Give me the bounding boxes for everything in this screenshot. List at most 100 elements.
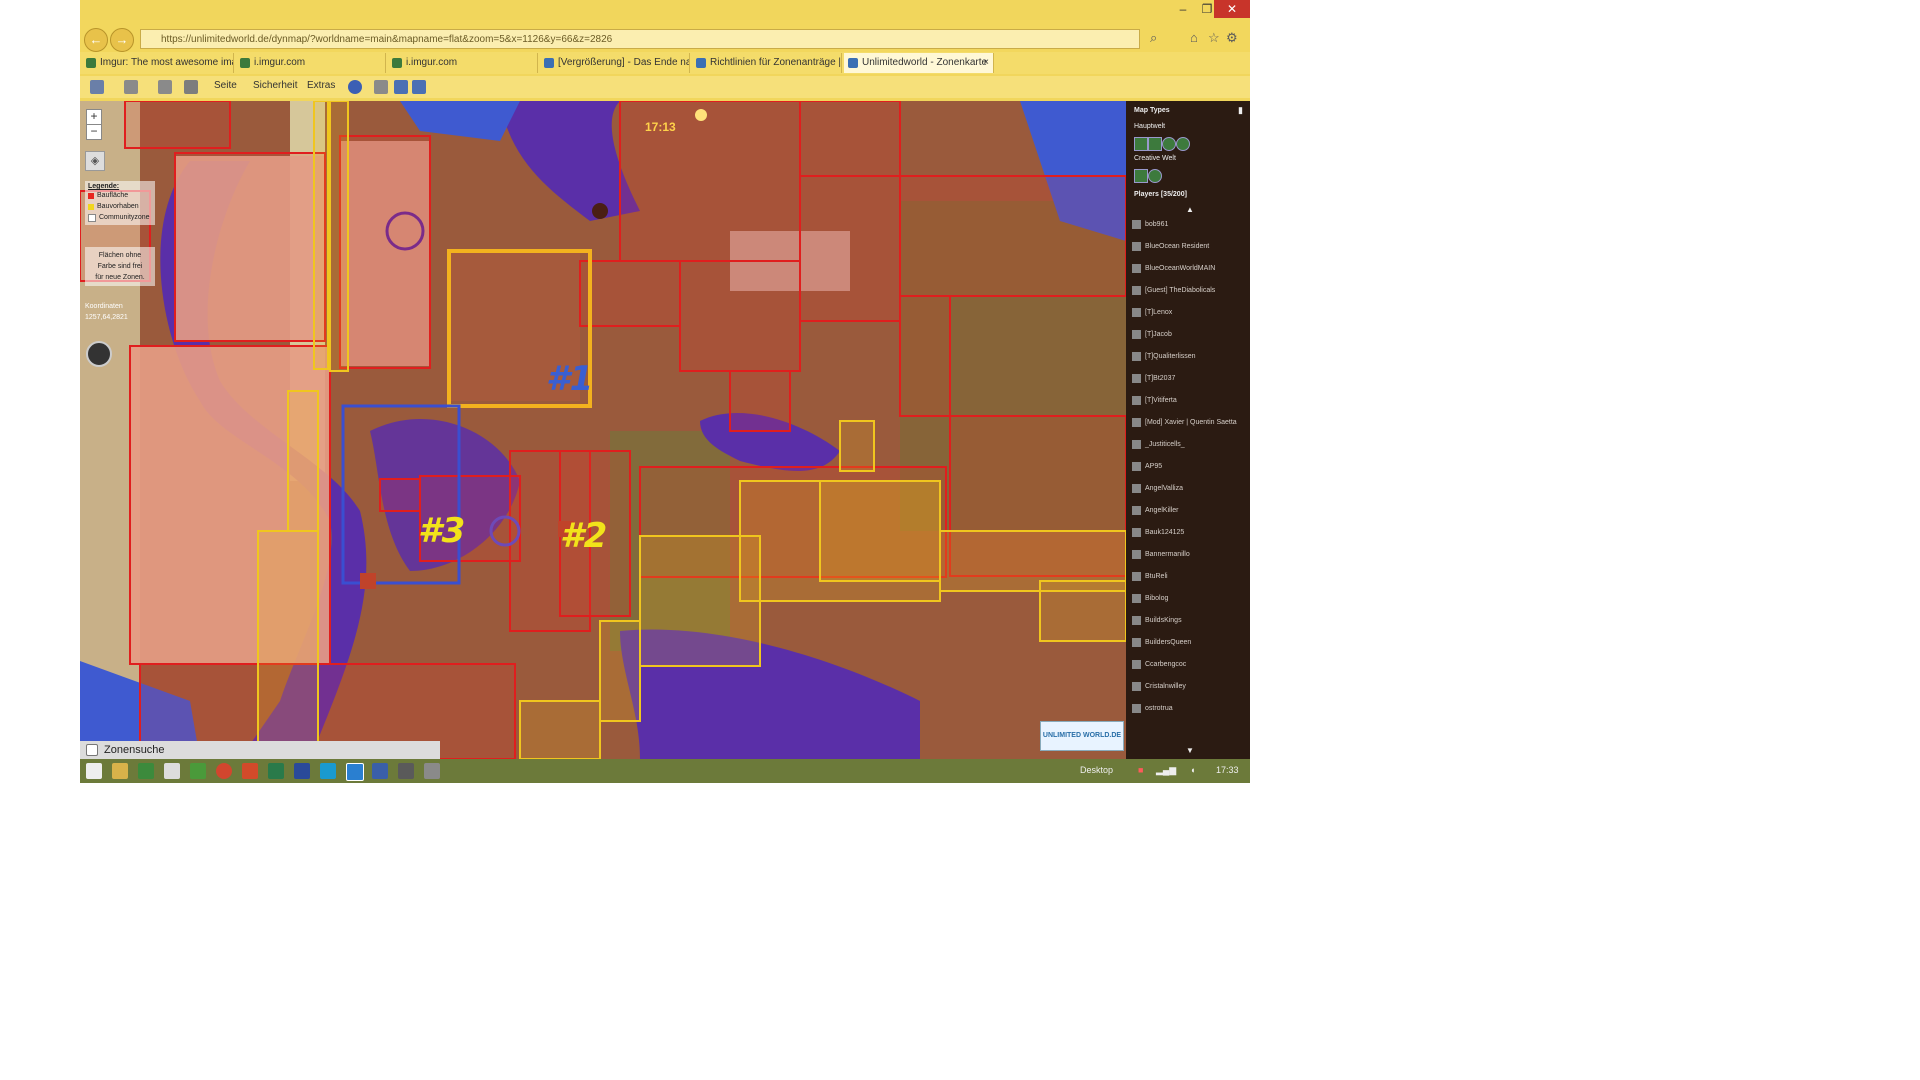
network-icon[interactable]: ▂▄▆ xyxy=(1156,765,1176,776)
research-icon[interactable] xyxy=(374,80,388,94)
help-icon[interactable] xyxy=(348,80,362,94)
scroll-down-icon[interactable]: ▼ xyxy=(1186,746,1194,755)
player-entry[interactable]: BuildersQueen xyxy=(1132,633,1191,653)
home-icon[interactable]: ⌂ xyxy=(1190,30,1198,45)
player-entry[interactable]: Bibolog xyxy=(1132,589,1168,609)
player-entry[interactable]: [Guest] TheDiabolicals xyxy=(1132,281,1215,301)
player-entry[interactable]: BuildsKings xyxy=(1132,611,1182,631)
onenote-icon[interactable] xyxy=(412,80,426,94)
player-entry[interactable]: Bannermanillo xyxy=(1132,545,1190,565)
layers-icon[interactable]: ◈ xyxy=(85,151,105,171)
player-entry[interactable]: BlueOceanWorldMAIN xyxy=(1132,259,1215,279)
world-label-creative: Creative Welt xyxy=(1134,155,1176,162)
player-entry[interactable]: AngelKiller xyxy=(1132,501,1178,521)
map-type-flat-button[interactable] xyxy=(1134,137,1148,151)
internet-explorer-icon[interactable] xyxy=(346,763,364,781)
player-avatar-icon xyxy=(1132,637,1141,647)
pin-panel-icon[interactable]: ▮ xyxy=(1238,105,1243,116)
player-entry[interactable]: [T]Qualiterlissen xyxy=(1132,347,1196,367)
search-icon[interactable]: ⌕ xyxy=(1150,30,1157,46)
acrobat-icon[interactable] xyxy=(242,763,258,779)
tab-vergroesserung[interactable]: [Vergrößerung] - Das Ende nah... xyxy=(540,53,690,73)
print-icon[interactable] xyxy=(184,80,198,94)
extras-menu[interactable]: Extras xyxy=(307,80,335,91)
minecraft-icon[interactable] xyxy=(190,763,206,779)
player-entry[interactable]: [T]Lenox xyxy=(1132,303,1172,323)
close-tab-icon[interactable]: × xyxy=(983,53,989,73)
player-entry[interactable]: Cristalnwilley xyxy=(1132,677,1186,697)
player-entry[interactable]: [Mod] Xavier | Quentin Saetta xyxy=(1132,413,1237,433)
map-type-night-button[interactable] xyxy=(1176,137,1190,151)
player-entry[interactable]: [T]Bt2037 xyxy=(1132,369,1175,389)
player-entry[interactable]: BtuReli xyxy=(1132,567,1168,587)
player-entry[interactable]: ostrotrua xyxy=(1132,699,1173,719)
screenshot: – ❐ ✕ ← → https://unlimitedworld.de/dynm… xyxy=(80,0,1250,783)
app-icon[interactable] xyxy=(398,763,414,779)
player-avatar-icon xyxy=(1132,659,1141,669)
map-type-cave-button[interactable] xyxy=(1162,137,1176,151)
excel-icon[interactable] xyxy=(138,763,154,779)
player-entry[interactable]: _Justiticells_ xyxy=(1132,435,1185,455)
explorer-icon[interactable] xyxy=(112,763,128,779)
skype-icon[interactable] xyxy=(320,763,336,779)
minimize-button[interactable]: – xyxy=(1170,0,1196,18)
tab-imgur-3[interactable]: i.imgur.com xyxy=(388,53,538,73)
player-avatar-icon xyxy=(1132,615,1141,625)
player-entry[interactable]: AP95 xyxy=(1132,457,1162,477)
forward-button[interactable]: → xyxy=(110,28,134,52)
compass-icon xyxy=(86,341,112,367)
word-icon[interactable] xyxy=(294,763,310,779)
command-bar: Seite Sicherheit Extras xyxy=(80,76,1250,98)
player-entry[interactable]: [T]Jacob xyxy=(1132,325,1172,345)
zoom-out-button[interactable]: − xyxy=(86,124,102,140)
feeds-icon[interactable] xyxy=(124,80,138,94)
scroll-up-icon[interactable]: ▲ xyxy=(1186,205,1194,214)
page-menu[interactable]: Seite xyxy=(214,80,237,91)
desktop-label[interactable]: Desktop xyxy=(1080,765,1113,775)
player-avatar-icon xyxy=(1132,373,1141,383)
world-label-main: Hauptwelt xyxy=(1134,123,1166,130)
volume-icon[interactable]: ◖ xyxy=(1190,765,1195,775)
tab-imgur[interactable]: Imgur: The most awesome ima... xyxy=(82,53,234,73)
spreadsheet-icon[interactable] xyxy=(268,763,284,779)
player-entry[interactable]: AngelValliza xyxy=(1132,479,1183,499)
player-entry[interactable]: bob961 xyxy=(1132,215,1168,235)
player-avatar-icon xyxy=(1132,285,1141,295)
zone-legend: Legende: Baufläche Bauvorhaben Community… xyxy=(85,181,155,225)
settings-gear-icon[interactable]: ⚙ xyxy=(1226,30,1238,46)
player-avatar-icon xyxy=(1132,483,1141,493)
zoom-in-button[interactable]: + xyxy=(86,109,102,125)
player-avatar-icon xyxy=(1132,241,1141,251)
close-window-button[interactable]: ✕ xyxy=(1214,0,1250,18)
player-avatar-icon xyxy=(1132,505,1141,515)
player-entry[interactable]: [T]Vitiferta xyxy=(1132,391,1177,411)
zone-map-canvas[interactable] xyxy=(80,101,1126,759)
tab-imgur-2[interactable]: i.imgur.com xyxy=(236,53,386,73)
windows-start-icon[interactable] xyxy=(86,763,102,779)
home-icon[interactable] xyxy=(90,80,104,94)
security-menu[interactable]: Sicherheit xyxy=(253,80,297,91)
player-avatar-icon xyxy=(1132,593,1141,603)
map-type-surface-button[interactable] xyxy=(1148,137,1162,151)
url-field[interactable]: https://unlimitedworld.de/dynmap/?worldn… xyxy=(140,29,1140,49)
dynmap-map[interactable]: + − ◈ Legende: Baufläche Bauvorhaben Com… xyxy=(80,101,1126,759)
mail-icon[interactable] xyxy=(158,80,172,94)
player-avatar-icon xyxy=(1132,351,1141,361)
translate-icon[interactable] xyxy=(394,80,408,94)
player-entry[interactable]: BlueOcean Resident xyxy=(1132,237,1209,257)
tab-richtlinien[interactable]: Richtlinien für Zonenanträge |... xyxy=(692,53,842,73)
back-button[interactable]: ← xyxy=(84,28,108,52)
security-tray-icon[interactable]: ■ xyxy=(1138,765,1143,775)
tab-zonenkarte[interactable]: Unlimitedworld - Zonenkarte × xyxy=(844,53,994,73)
clock[interactable]: 17:33 xyxy=(1216,765,1239,775)
favorites-star-icon[interactable]: ☆ xyxy=(1208,30,1220,46)
zone-search-bar[interactable]: Zonensuche xyxy=(80,741,440,759)
player-entry[interactable]: Bauk124125 xyxy=(1132,523,1184,543)
media-player-icon[interactable] xyxy=(372,763,388,779)
home-app-icon[interactable] xyxy=(164,763,180,779)
chrome-icon[interactable] xyxy=(216,763,232,779)
creative-flat-button[interactable] xyxy=(1134,169,1148,183)
creative-surface-button[interactable] xyxy=(1148,169,1162,183)
app-icon-2[interactable] xyxy=(424,763,440,779)
player-entry[interactable]: Ccarbengcoc xyxy=(1132,655,1186,675)
